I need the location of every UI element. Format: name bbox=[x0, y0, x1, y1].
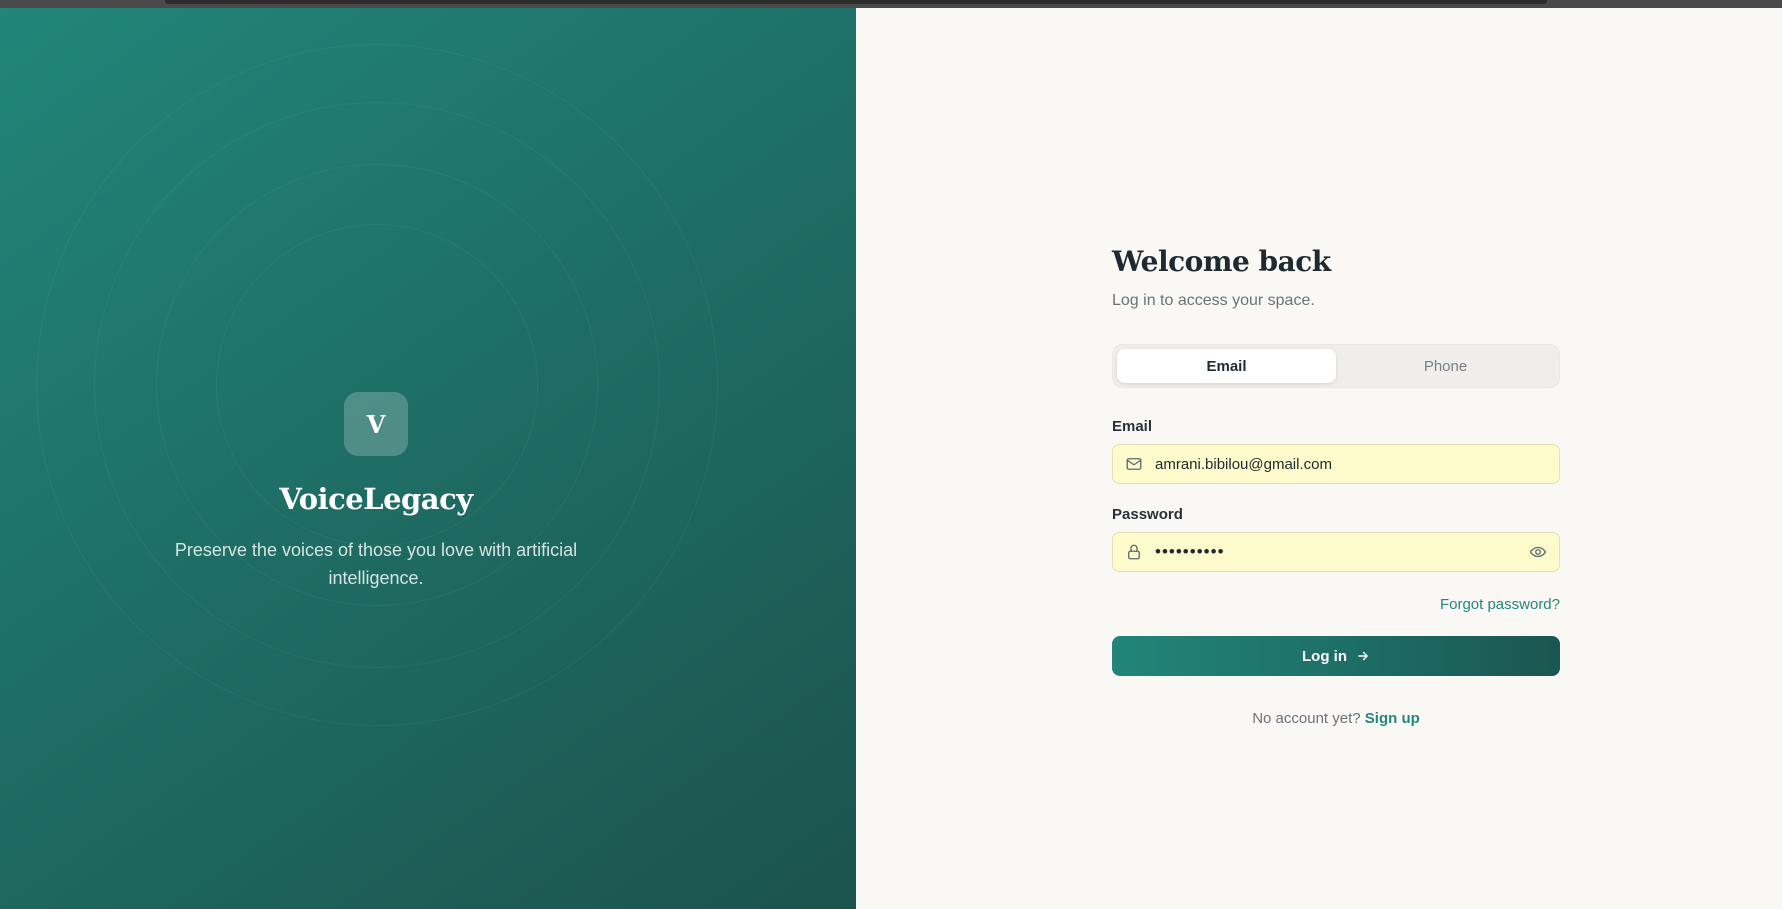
mail-icon bbox=[1125, 455, 1143, 473]
email-input[interactable] bbox=[1155, 455, 1547, 473]
signup-link[interactable]: Sign up bbox=[1365, 710, 1420, 727]
page-title: Welcome back bbox=[1112, 245, 1331, 278]
forgot-password-link[interactable]: Forgot password? bbox=[1440, 596, 1560, 613]
no-account-text: No account yet? bbox=[1252, 710, 1361, 727]
login-button-label: Log in bbox=[1302, 647, 1347, 665]
brand-name: VoiceLegacy bbox=[279, 482, 473, 516]
page-subtitle: Log in to access your space. bbox=[1112, 292, 1315, 309]
logo-letter: V bbox=[366, 409, 386, 439]
login-method-tabs: Email Phone bbox=[1112, 344, 1560, 388]
brand-panel: V VoiceLegacy Preserve the voices of tho… bbox=[0, 8, 856, 909]
lock-icon bbox=[1125, 543, 1143, 561]
browser-top-strip bbox=[0, 0, 1782, 8]
brand-block: V VoiceLegacy Preserve the voices of tho… bbox=[0, 392, 752, 592]
login-panel: Welcome back Log in to access your space… bbox=[856, 8, 1782, 909]
arrow-right-icon bbox=[1356, 649, 1370, 663]
password-label: Password bbox=[1112, 506, 1183, 523]
tab-email[interactable]: Email bbox=[1117, 349, 1336, 383]
eye-icon[interactable] bbox=[1529, 543, 1547, 561]
tab-phone[interactable]: Phone bbox=[1336, 349, 1555, 383]
password-input[interactable] bbox=[1155, 542, 1529, 562]
logo: V bbox=[344, 392, 408, 456]
forgot-row: Forgot password? bbox=[1112, 596, 1560, 614]
signup-row: No account yet? Sign up bbox=[1112, 710, 1560, 727]
brand-tagline: Preserve the voices of those you love wi… bbox=[174, 540, 578, 588]
login-button[interactable]: Log in bbox=[1112, 636, 1560, 676]
browser-top-strip-inner bbox=[165, 0, 1547, 4]
email-field-wrapper[interactable] bbox=[1112, 444, 1560, 484]
email-label: Email bbox=[1112, 418, 1153, 435]
password-field-wrapper[interactable] bbox=[1112, 532, 1560, 572]
login-form: Welcome back Log in to access your space… bbox=[1112, 244, 1560, 727]
